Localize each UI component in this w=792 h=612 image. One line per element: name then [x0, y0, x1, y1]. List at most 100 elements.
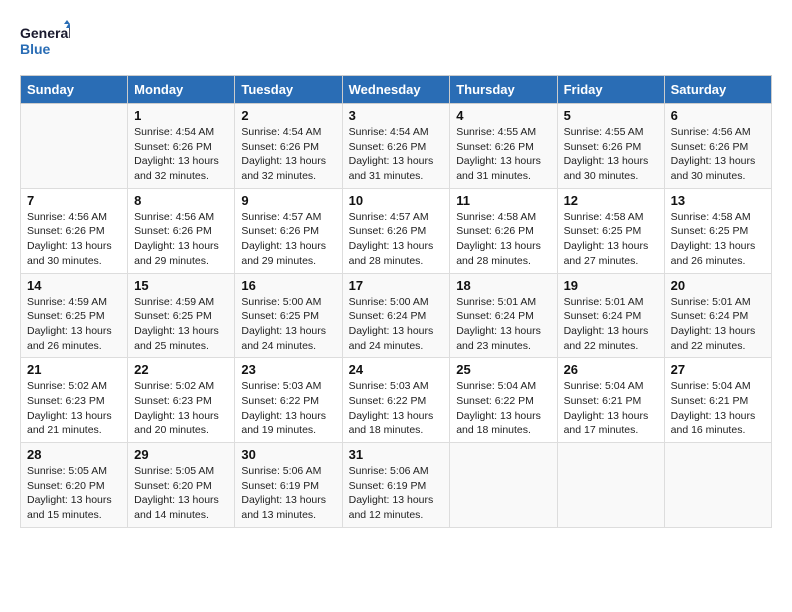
calendar-cell: 1Sunrise: 4:54 AMSunset: 6:26 PMDaylight…: [128, 104, 235, 189]
weekday-header-wednesday: Wednesday: [342, 76, 450, 104]
day-number: 14: [27, 278, 121, 293]
logo: General Blue: [20, 20, 70, 65]
day-number: 13: [671, 193, 765, 208]
calendar-cell: [21, 104, 128, 189]
day-number: 5: [564, 108, 658, 123]
day-info: Sunrise: 4:56 AMSunset: 6:26 PMDaylight:…: [27, 210, 121, 269]
calendar-cell: 5 Sunrise: 4:55 AMSunset: 6:26 PMDaylight…: [557, 104, 664, 189]
calendar-cell: 9 Sunrise: 4:57 AMSunset: 6:26 PMDaylight…: [235, 188, 342, 273]
day-number: 20: [671, 278, 765, 293]
day-info: Sunrise: 5:06 AMSunset: 6:19 PMDaylight:…: [349, 464, 444, 523]
day-number: 17: [349, 278, 444, 293]
day-info: Sunrise: 4:58 AMSunset: 6:26 PMDaylight:…: [456, 210, 550, 269]
day-info: Sunrise: 5:05 AMSunset: 6:20 PMDaylight:…: [134, 464, 228, 523]
day-number: 11: [456, 193, 550, 208]
calendar-cell: 3Sunrise: 4:54 AMSunset: 6:26 PMDaylight…: [342, 104, 450, 189]
calendar-cell: 20 Sunrise: 5:01 AMSunset: 6:24 PMDayligh…: [664, 273, 771, 358]
week-row-5: 28 Sunrise: 5:05 AMSunset: 6:20 PMDayligh…: [21, 443, 772, 528]
week-row-4: 21 Sunrise: 5:02 AMSunset: 6:23 PMDayligh…: [21, 358, 772, 443]
calendar-cell: 29 Sunrise: 5:05 AMSunset: 6:20 PMDayligh…: [128, 443, 235, 528]
day-info: Sunrise: 5:01 AMSunset: 6:24 PMDaylight:…: [564, 295, 658, 354]
day-info: Sunrise: 5:05 AMSunset: 6:20 PMDaylight:…: [27, 464, 121, 523]
day-number: 16: [241, 278, 335, 293]
day-info: Sunrise: 4:56 AMSunset: 6:26 PMDaylight:…: [134, 210, 228, 269]
calendar-cell: 18 Sunrise: 5:01 AMSunset: 6:24 PMDayligh…: [450, 273, 557, 358]
week-row-2: 7 Sunrise: 4:56 AMSunset: 6:26 PMDaylight…: [21, 188, 772, 273]
calendar-cell: 16 Sunrise: 5:00 AMSunset: 6:25 PMDayligh…: [235, 273, 342, 358]
day-info: Sunrise: 4:58 AMSunset: 6:25 PMDaylight:…: [671, 210, 765, 269]
day-number: 21: [27, 362, 121, 377]
day-number: 24: [349, 362, 444, 377]
calendar-cell: 24 Sunrise: 5:03 AMSunset: 6:22 PMDayligh…: [342, 358, 450, 443]
calendar-cell: 13 Sunrise: 4:58 AMSunset: 6:25 PMDayligh…: [664, 188, 771, 273]
calendar-header: SundayMondayTuesdayWednesdayThursdayFrid…: [21, 76, 772, 104]
day-number: 22: [134, 362, 228, 377]
calendar-cell: 28 Sunrise: 5:05 AMSunset: 6:20 PMDayligh…: [21, 443, 128, 528]
day-info: Sunrise: 4:59 AMSunset: 6:25 PMDaylight:…: [27, 295, 121, 354]
day-info: Sunrise: 5:03 AMSunset: 6:22 PMDaylight:…: [241, 379, 335, 438]
day-number: 25: [456, 362, 550, 377]
day-info: Sunrise: 5:04 AMSunset: 6:21 PMDaylight:…: [564, 379, 658, 438]
weekday-header-saturday: Saturday: [664, 76, 771, 104]
calendar-cell: 10 Sunrise: 4:57 AMSunset: 6:26 PMDayligh…: [342, 188, 450, 273]
calendar-cell: 22 Sunrise: 5:02 AMSunset: 6:23 PMDayligh…: [128, 358, 235, 443]
day-number: 2: [241, 108, 335, 123]
calendar-cell: 31 Sunrise: 5:06 AMSunset: 6:19 PMDayligh…: [342, 443, 450, 528]
day-info: Sunrise: 4:57 AMSunset: 6:26 PMDaylight:…: [241, 210, 335, 269]
day-info: Sunrise: 5:00 AMSunset: 6:25 PMDaylight:…: [241, 295, 335, 354]
day-info: Sunrise: 5:02 AMSunset: 6:23 PMDaylight:…: [134, 379, 228, 438]
calendar-cell: 25 Sunrise: 5:04 AMSunset: 6:22 PMDayligh…: [450, 358, 557, 443]
day-number: 7: [27, 193, 121, 208]
day-number: 30: [241, 447, 335, 462]
calendar-cell: 12 Sunrise: 4:58 AMSunset: 6:25 PMDayligh…: [557, 188, 664, 273]
day-info: Sunrise: 5:01 AMSunset: 6:24 PMDaylight:…: [456, 295, 550, 354]
calendar-cell: 2 Sunrise: 4:54 AMSunset: 6:26 PMDaylight…: [235, 104, 342, 189]
calendar-table: SundayMondayTuesdayWednesdayThursdayFrid…: [20, 75, 772, 528]
day-info: Sunrise: 5:03 AMSunset: 6:22 PMDaylight:…: [349, 379, 444, 438]
weekday-header-monday: Monday: [128, 76, 235, 104]
calendar-cell: [557, 443, 664, 528]
page-header: General Blue: [20, 20, 772, 65]
day-info: Sunrise: 5:04 AMSunset: 6:21 PMDaylight:…: [671, 379, 765, 438]
day-number: 10: [349, 193, 444, 208]
day-info: Sunrise: 5:04 AMSunset: 6:22 PMDaylight:…: [456, 379, 550, 438]
calendar-cell: [664, 443, 771, 528]
calendar-cell: 30 Sunrise: 5:06 AMSunset: 6:19 PMDayligh…: [235, 443, 342, 528]
day-number: 18: [456, 278, 550, 293]
weekday-header-sunday: Sunday: [21, 76, 128, 104]
calendar-cell: 7 Sunrise: 4:56 AMSunset: 6:26 PMDaylight…: [21, 188, 128, 273]
day-info: Sunrise: 4:56 AMSunset: 6:26 PMDaylight:…: [671, 125, 765, 184]
day-number: 31: [349, 447, 444, 462]
day-info: Sunrise: 4:58 AMSunset: 6:25 PMDaylight:…: [564, 210, 658, 269]
day-number: 15: [134, 278, 228, 293]
day-number: 6: [671, 108, 765, 123]
calendar-cell: 27Sunrise: 5:04 AMSunset: 6:21 PMDayligh…: [664, 358, 771, 443]
day-number: 4: [456, 108, 550, 123]
calendar-cell: 11 Sunrise: 4:58 AMSunset: 6:26 PMDayligh…: [450, 188, 557, 273]
day-info: Sunrise: 4:57 AMSunset: 6:26 PMDaylight:…: [349, 210, 444, 269]
calendar-cell: [450, 443, 557, 528]
calendar-body: 1Sunrise: 4:54 AMSunset: 6:26 PMDaylight…: [21, 104, 772, 528]
day-number: 23: [241, 362, 335, 377]
day-number: 28: [27, 447, 121, 462]
day-number: 9: [241, 193, 335, 208]
day-info: Sunrise: 5:00 AMSunset: 6:24 PMDaylight:…: [349, 295, 444, 354]
weekday-header-row: SundayMondayTuesdayWednesdayThursdayFrid…: [21, 76, 772, 104]
calendar-cell: 19Sunrise: 5:01 AMSunset: 6:24 PMDayligh…: [557, 273, 664, 358]
day-info: Sunrise: 4:54 AMSunset: 6:26 PMDaylight:…: [134, 125, 228, 184]
day-number: 29: [134, 447, 228, 462]
day-info: Sunrise: 4:54 AMSunset: 6:26 PMDaylight:…: [241, 125, 335, 184]
calendar-cell: 21Sunrise: 5:02 AMSunset: 6:23 PMDayligh…: [21, 358, 128, 443]
calendar-cell: 17 Sunrise: 5:00 AMSunset: 6:24 PMDayligh…: [342, 273, 450, 358]
day-info: Sunrise: 5:01 AMSunset: 6:24 PMDaylight:…: [671, 295, 765, 354]
calendar-cell: 26Sunrise: 5:04 AMSunset: 6:21 PMDayligh…: [557, 358, 664, 443]
calendar-cell: 6 Sunrise: 4:56 AMSunset: 6:26 PMDaylight…: [664, 104, 771, 189]
day-info: Sunrise: 4:55 AMSunset: 6:26 PMDaylight:…: [564, 125, 658, 184]
day-info: Sunrise: 5:06 AMSunset: 6:19 PMDaylight:…: [241, 464, 335, 523]
week-row-1: 1Sunrise: 4:54 AMSunset: 6:26 PMDaylight…: [21, 104, 772, 189]
day-info: Sunrise: 4:55 AMSunset: 6:26 PMDaylight:…: [456, 125, 550, 184]
day-info: Sunrise: 4:54 AMSunset: 6:26 PMDaylight:…: [349, 125, 444, 184]
day-number: 12: [564, 193, 658, 208]
week-row-3: 14 Sunrise: 4:59 AMSunset: 6:25 PMDayligh…: [21, 273, 772, 358]
day-number: 8: [134, 193, 228, 208]
